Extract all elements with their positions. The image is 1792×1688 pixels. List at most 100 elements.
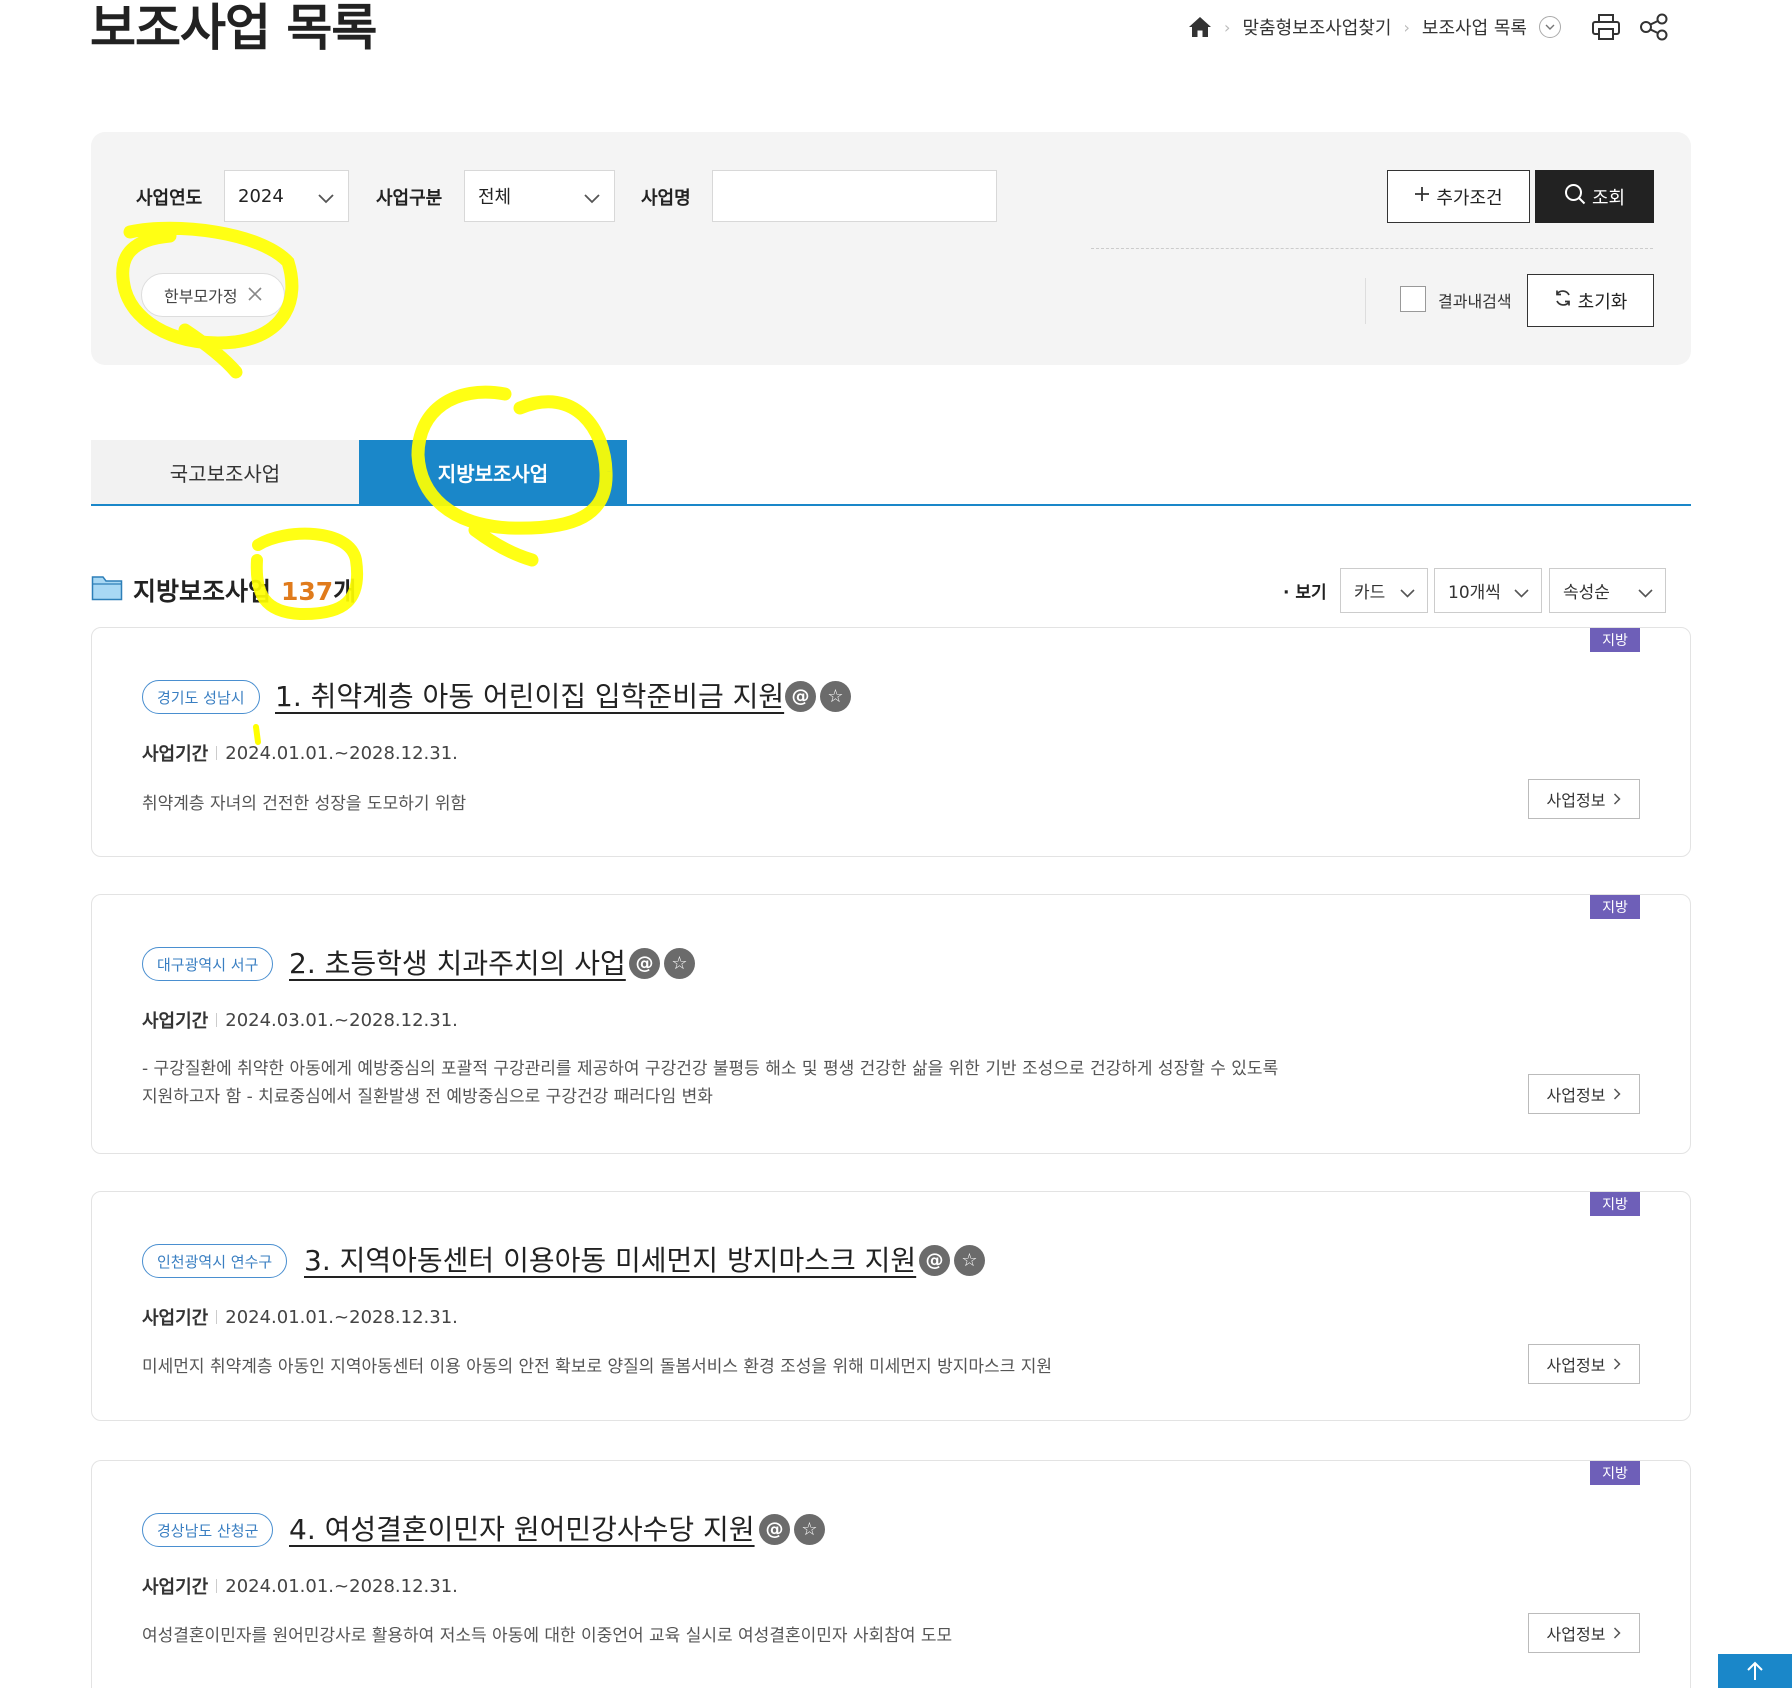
program-info-button[interactable]: 사업정보 — [1528, 1344, 1640, 1384]
star-icon[interactable]: ☆ — [954, 1245, 985, 1276]
breadcrumb-item-find[interactable]: 맞춤형보조사업찾기 — [1242, 14, 1391, 40]
type-label: 사업구분 — [376, 188, 443, 209]
program-info-button[interactable]: 사업정보 — [1528, 779, 1640, 819]
program-card: 지방 경상남도 산청군 4. 여성결혼이민자 원어민강사수당 지원 @ ☆ 사업… — [91, 1460, 1691, 1688]
region-tag: 경기도 성남시 — [142, 680, 260, 714]
page-size-select[interactable]: 10개씩 — [1434, 568, 1542, 613]
reset-button[interactable]: 초기화 — [1527, 274, 1654, 327]
at-icon[interactable]: @ — [785, 681, 816, 712]
period-value: 2024.01.01.~2028.12.31. — [225, 742, 458, 764]
chevron-right-icon — [1613, 1624, 1621, 1643]
at-icon[interactable]: @ — [759, 1514, 790, 1545]
view-mode-select[interactable]: 카드 — [1340, 568, 1428, 613]
period-value: 2024.01.01.~2028.12.31. — [225, 1575, 458, 1597]
year-label: 사업연도 — [136, 188, 203, 209]
program-card: 지방 대구광역시 서구 2. 초등학생 치과주치의 사업 @ ☆ 사업기간 202… — [91, 894, 1691, 1154]
program-period: 사업기간 2024.01.01.~2028.12.31. — [142, 740, 458, 766]
program-description: 취약계층 자녀의 건전한 성장을 도모하기 위함 — [142, 794, 467, 814]
result-heading: 지방보조사업 137개 — [91, 572, 356, 608]
category-badge: 지방 — [1590, 1461, 1640, 1485]
program-card: 지방 경기도 성남시 1. 취약계층 아동 어린이집 입학준비금 지원 @ ☆ … — [91, 627, 1691, 857]
program-info-label: 사업정보 — [1546, 1356, 1606, 1375]
program-info-label: 사업정보 — [1546, 791, 1606, 810]
period-value: 2024.01.01.~2028.12.31. — [225, 1306, 458, 1328]
close-icon[interactable] — [248, 286, 262, 305]
year-select[interactable]: 2024 — [224, 170, 349, 222]
type-select-value: 전체 — [478, 187, 512, 208]
breadcrumb: › 맞춤형보조사업찾기 › 보조사업 목록 — [1188, 10, 1669, 44]
arrow-up-icon — [1745, 1660, 1765, 1686]
search-icon — [1564, 183, 1586, 210]
divider — [1365, 278, 1366, 324]
at-icon[interactable]: @ — [629, 948, 660, 979]
result-title: 지방보조사업 — [133, 577, 272, 606]
share-icon[interactable] — [1639, 13, 1669, 41]
result-unit: 개 — [333, 577, 357, 606]
within-results-checkbox[interactable] — [1400, 286, 1426, 312]
search-button[interactable]: 조회 — [1535, 170, 1654, 223]
category-badge: 지방 — [1590, 895, 1640, 919]
home-icon[interactable] — [1188, 16, 1212, 38]
program-period: 사업기간 2024.03.01.~2028.12.31. — [142, 1007, 458, 1033]
search-panel: 사업연도 2024 사업구분 전체 사업명 추가조건 조회 한부모가정 결과내검… — [91, 132, 1691, 365]
program-card: 지방 인천광역시 연수구 3. 지역아동센터 이용아동 미세먼지 방지마스크 지… — [91, 1191, 1691, 1421]
region-tag: 인천광역시 연수구 — [142, 1244, 288, 1278]
period-label: 사업기간 — [142, 1308, 209, 1329]
year-select-value: 2024 — [238, 185, 284, 207]
chevron-down-icon — [1514, 583, 1529, 603]
chevron-down-icon — [1400, 583, 1415, 603]
reset-label: 초기화 — [1577, 291, 1628, 313]
category-badge: 지방 — [1590, 628, 1640, 652]
region-tag: 경상남도 산청군 — [142, 1513, 274, 1547]
period-label: 사업기간 — [142, 744, 209, 765]
breadcrumb-separator: › — [1403, 17, 1410, 37]
category-badge: 지방 — [1590, 1192, 1640, 1216]
program-info-button[interactable]: 사업정보 — [1528, 1613, 1640, 1653]
program-title-link[interactable]: 2. 초등학생 치과주치의 사업 — [289, 942, 626, 982]
filter-chip[interactable]: 한부모가정 — [141, 273, 285, 317]
program-info-label: 사업정보 — [1546, 1086, 1606, 1105]
program-info-button[interactable]: 사업정보 — [1528, 1074, 1640, 1114]
tab-national-subsidy[interactable]: 국고보조사업 — [91, 440, 359, 505]
sort-select[interactable]: 속성순 — [1549, 568, 1666, 613]
view-mode-value: 카드 — [1354, 583, 1386, 603]
plus-icon — [1414, 186, 1430, 207]
program-period: 사업기간 2024.01.01.~2028.12.31. — [142, 1573, 458, 1599]
name-label: 사업명 — [641, 188, 691, 209]
view-label: · 보기 — [1283, 583, 1327, 603]
add-condition-button[interactable]: 추가조건 — [1387, 170, 1530, 223]
breadcrumb-separator: › — [1224, 17, 1231, 37]
chevron-right-icon — [1613, 790, 1621, 809]
name-input[interactable] — [712, 170, 997, 222]
search-button-label: 조회 — [1591, 187, 1626, 209]
program-description: 여성결혼이민자를 원어민강사로 활용하여 저소득 아동에 대한 이중언어 교육 … — [142, 1626, 953, 1646]
page-title: 보조사업 목록 — [90, 0, 377, 57]
chevron-right-icon — [1613, 1085, 1621, 1104]
program-title-link[interactable]: 3. 지역아동센터 이용아동 미세먼지 방지마스크 지원 — [304, 1239, 916, 1279]
scroll-top-button[interactable] — [1718, 1654, 1792, 1688]
program-info-label: 사업정보 — [1546, 1625, 1606, 1644]
program-description: 미세먼지 취약계층 아동인 지역아동센터 이용 아동의 안전 확보로 양질의 돌… — [142, 1357, 1052, 1377]
refresh-icon — [1554, 289, 1572, 312]
chevron-down-icon[interactable] — [1539, 16, 1561, 38]
filter-chip-label: 한부모가정 — [164, 287, 238, 306]
tab-local-subsidy[interactable]: 지방보조사업 — [359, 440, 627, 505]
print-icon[interactable] — [1591, 13, 1621, 41]
star-icon[interactable]: ☆ — [664, 948, 695, 979]
divider — [1091, 248, 1653, 249]
within-results-label: 결과내검색 — [1438, 292, 1512, 311]
program-period: 사업기간 2024.01.01.~2028.12.31. — [142, 1304, 458, 1330]
type-select[interactable]: 전체 — [464, 170, 615, 222]
at-icon[interactable]: @ — [919, 1245, 950, 1276]
tab-underline — [91, 504, 1691, 506]
program-description: - 구강질환에 취약한 아동에게 예방중심의 포괄적 구강관리를 제공하여 구강… — [142, 1059, 1279, 1107]
star-icon[interactable]: ☆ — [794, 1514, 825, 1545]
period-label: 사업기간 — [142, 1011, 209, 1032]
program-title-link[interactable]: 4. 여성결혼이민자 원어민강사수당 지원 — [289, 1508, 755, 1548]
period-label: 사업기간 — [142, 1577, 209, 1598]
page-size-value: 10개씩 — [1448, 583, 1501, 603]
star-icon[interactable]: ☆ — [820, 681, 851, 712]
breadcrumb-item-list[interactable]: 보조사업 목록 — [1422, 14, 1527, 40]
folder-icon — [91, 573, 123, 607]
program-title-link[interactable]: 1. 취약계층 아동 어린이집 입학준비금 지원 — [275, 675, 784, 715]
